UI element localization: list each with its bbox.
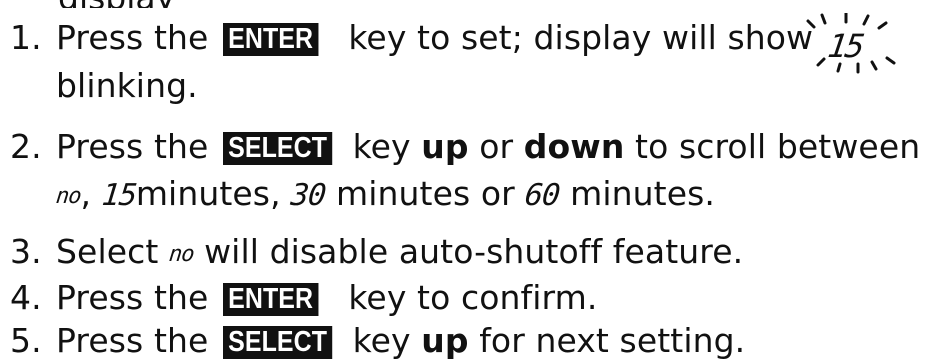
step-text: Select xyxy=(56,232,159,271)
step-text: minutes. xyxy=(570,174,716,213)
emphasis-up: up xyxy=(421,127,469,166)
enter-key-label: ENTER xyxy=(223,23,319,56)
display-60: 60 xyxy=(523,178,562,213)
step-text: Press the xyxy=(56,321,209,360)
display-15: 15 xyxy=(99,178,138,213)
step-text: will disable auto-shutoff feature. xyxy=(204,232,744,271)
select-key-label: SELECT xyxy=(223,326,333,359)
step-1: 1. Press the ENTER key to set; display wi… xyxy=(10,18,813,58)
step-text: minutes or xyxy=(336,174,515,213)
enter-key-label: ENTER xyxy=(223,283,319,316)
display-30: 30 xyxy=(289,178,328,213)
step-2: 2. Press the SELECT key up or down to scr… xyxy=(10,127,920,167)
emphasis-up: up xyxy=(421,321,469,360)
step-text: or xyxy=(479,127,514,166)
step-text: key xyxy=(352,127,411,166)
step-number: 4. xyxy=(10,278,42,317)
step-number: 1. xyxy=(10,18,42,57)
step-text: key to confirm. xyxy=(348,278,598,317)
step-text: minutes, xyxy=(135,174,281,213)
step-text: for next setting. xyxy=(479,321,746,360)
step-3: 3. Select no will disable auto-shutoff fe… xyxy=(10,232,743,275)
step-number: 3. xyxy=(10,232,42,271)
emphasis-down: down xyxy=(523,127,625,166)
step-text: Press the xyxy=(56,278,209,317)
step-text: to scroll between xyxy=(635,127,921,166)
step-4: 4. Press the ENTER key to confirm. xyxy=(10,278,597,318)
blinking-digits: 15 xyxy=(825,27,866,65)
display-no: no xyxy=(54,184,82,209)
step-text: Press the xyxy=(56,127,209,166)
select-key-label: SELECT xyxy=(223,132,333,165)
clipped-previous-line: display xyxy=(0,0,948,8)
step-text: key to set; display will show xyxy=(348,18,814,57)
blinking-display-icon: 15 xyxy=(798,13,908,79)
step-5: 5. Press the SELECT key up for next setti… xyxy=(10,321,745,361)
step-2-continued: no, 15minutes, 30 minutes or 60 minutes. xyxy=(10,174,715,217)
display-no: no xyxy=(167,242,195,267)
step-text: key xyxy=(352,321,411,360)
step-text: Press the xyxy=(56,18,209,57)
step-text: blinking. xyxy=(56,66,198,105)
step-number: 2. xyxy=(10,127,42,166)
step-1-continued: blinking. xyxy=(10,66,198,106)
step-number: 5. xyxy=(10,321,42,360)
